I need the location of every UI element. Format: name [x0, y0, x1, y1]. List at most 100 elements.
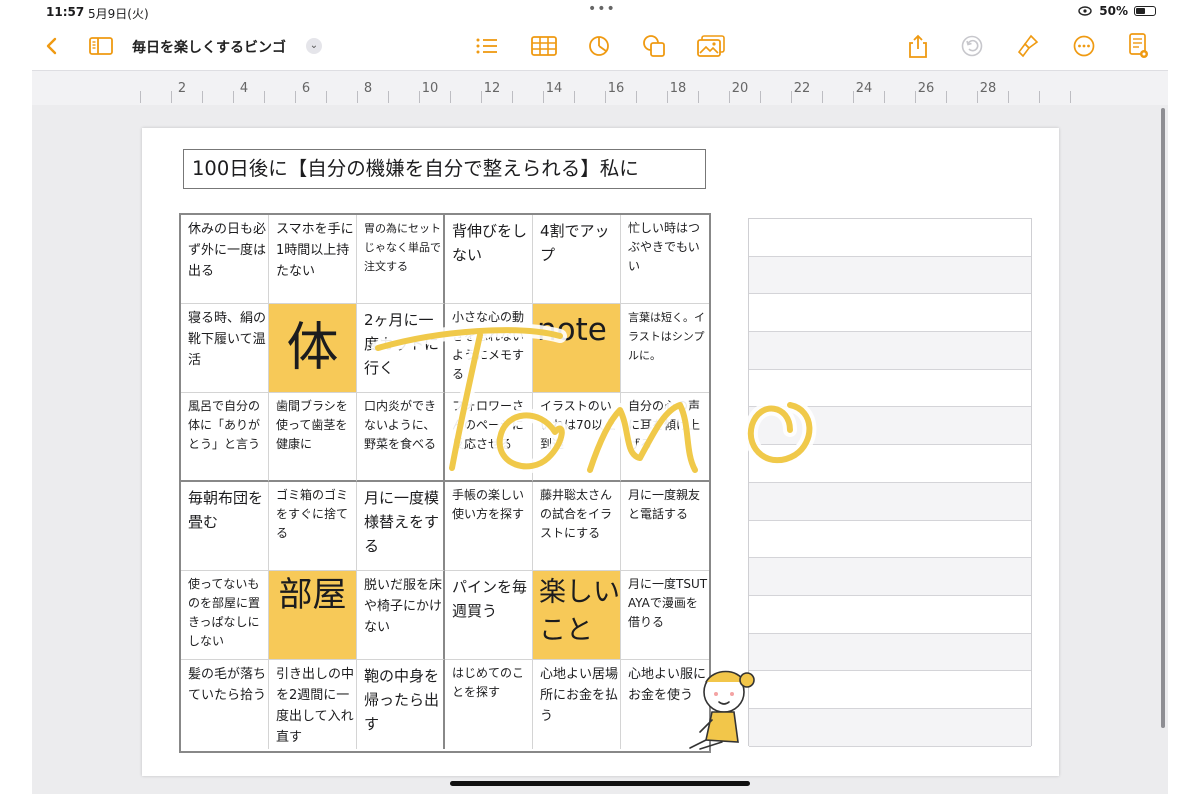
bingo-cell-r5-c0[interactable]: 髪の毛が落ちていたら拾う [181, 660, 269, 749]
page-headline[interactable]: 100日後に【自分の機嫌を自分で整えられる】私に [183, 149, 706, 189]
format-brush-icon[interactable] [1016, 28, 1040, 64]
notes-lined-table[interactable] [748, 218, 1032, 747]
bingo-cell-r3-c0[interactable]: 毎朝布団を畳む [181, 482, 269, 571]
notes-row[interactable] [749, 671, 1031, 709]
notes-row[interactable] [749, 521, 1031, 559]
notes-row[interactable] [749, 633, 1031, 672]
ruler-tick [636, 91, 637, 103]
bingo-cell-r1-c1[interactable]: 体 [269, 304, 357, 393]
ruler-tick [202, 91, 203, 103]
ruler-tick [915, 91, 916, 103]
toolbar: 毎日を楽しくするビンゴ ⌄ [0, 28, 1200, 68]
ruler-tick [946, 91, 947, 103]
document-title[interactable]: 毎日を楽しくするビンゴ [132, 37, 286, 57]
notes-row[interactable] [749, 219, 1031, 257]
ruler-tick [543, 91, 544, 103]
sidebar-icon[interactable] [88, 28, 114, 64]
bingo-cell-r2-c2[interactable]: 口内炎ができないように、野菜を食べる [357, 393, 445, 482]
ruler[interactable]: 2 4 6 8 10 12 14 16 18 20 22 24 26 28 [32, 70, 1168, 106]
ruler-tick [450, 91, 451, 103]
ruler-tick [698, 91, 699, 103]
ruler-tick [822, 91, 823, 103]
bingo-cell-r5-c1[interactable]: 引き出しの中を2週間に一度出して入れ直す [269, 660, 357, 749]
bingo-cell-r4-c5[interactable]: 月に一度TSUTAYAで漫画を借りる [621, 571, 709, 660]
notes-row[interactable] [749, 256, 1031, 295]
bingo-cell-r0-c4[interactable]: 4割でアップ [533, 215, 621, 304]
bingo-cell-r1-c2[interactable]: 2ヶ月に一度カットに行く [357, 304, 445, 393]
bingo-cell-r1-c5[interactable]: 言葉は短く。イラストはシンプルに。 [621, 304, 709, 393]
undo-icon[interactable] [960, 28, 984, 64]
notes-row[interactable] [749, 445, 1031, 483]
scroll-indicator[interactable] [1161, 108, 1165, 728]
notes-row[interactable] [749, 708, 1031, 747]
bingo-cell-r2-c0[interactable]: 風呂で自分の体に「ありがとう」と言う [181, 393, 269, 482]
ruler-tick [419, 91, 420, 103]
bingo-cell-r4-c2[interactable]: 脱いだ服を床や椅子にかけない [357, 571, 445, 660]
home-indicator[interactable] [450, 781, 750, 786]
shape-icon[interactable] [640, 28, 668, 64]
ruler-tick [233, 91, 234, 103]
list-icon[interactable] [474, 28, 500, 64]
bingo-cell-r2-c4[interactable]: イラストのいいねは70以上到達 [533, 393, 621, 482]
bingo-cell-r4-c0[interactable]: 使ってないものを部屋に置きっぱなしにしない [181, 571, 269, 660]
bingo-cell-r4-c1[interactable]: 部屋 [269, 571, 357, 660]
status-date: 5月9日(火) [88, 7, 149, 21]
table-icon[interactable] [530, 28, 558, 64]
share-icon[interactable] [906, 28, 930, 64]
ruler-tick [388, 91, 389, 103]
ruler-tick [357, 91, 358, 103]
bingo-cell-r5-c5[interactable]: 心地よい服にお金を使う [621, 660, 709, 749]
notes-row[interactable] [749, 407, 1031, 446]
bingo-cell-r5-c4[interactable]: 心地よい居場所にお金を払う [533, 660, 621, 749]
bingo-cell-r0-c3[interactable]: 背伸びをしない [445, 215, 533, 304]
ruler-tick [140, 91, 141, 103]
bingo-cell-r4-c3[interactable]: パインを毎週買う [445, 571, 533, 660]
bingo-cell-r3-c4[interactable]: 藤井聡太さんの試合をイラストにする [533, 482, 621, 571]
bingo-cell-r3-c5[interactable]: 月に一度親友と電話する [621, 482, 709, 571]
bingo-cell-r3-c1[interactable]: ゴミ箱のゴミをすぐに捨てる [269, 482, 357, 571]
ruler-tick [295, 91, 296, 103]
ruler-tick [667, 91, 668, 103]
ruler-label: 6 [301, 81, 311, 96]
bingo-cell-r2-c5[interactable]: 自分の心の声に耳を傾け上げる [621, 393, 709, 482]
notes-row[interactable] [749, 596, 1031, 634]
title-chevron-icon[interactable]: ⌄ [306, 38, 322, 54]
bingo-cell-r2-c3[interactable]: フォロワーさんのページに反応させる [445, 393, 533, 482]
bingo-cell-r0-c5[interactable]: 忙しい時はつぶやきでもいい [621, 215, 709, 304]
back-chevron-icon[interactable] [40, 28, 62, 64]
bingo-cell-r0-c1[interactable]: スマホを手に1時間以上持たない [269, 215, 357, 304]
bingo-cell-r0-c2[interactable]: 胃の為にセットじゃなく単品で注文する [357, 215, 445, 304]
chart-icon[interactable] [586, 28, 612, 64]
multitasking-dots-icon[interactable]: ••• [588, 1, 616, 17]
bingo-grid[interactable]: 休みの日も必ず外に一度は出る スマホを手に1時間以上持たない 胃の為にセットじゃなく… [179, 213, 711, 753]
document-icon[interactable] [1126, 28, 1150, 64]
bingo-cell-r1-c3[interactable]: 小さな心の動きを忘れないようにメモする [445, 304, 533, 393]
bingo-cell-r3-c3[interactable]: 手帳の楽しい使い方を探す [445, 482, 533, 571]
bingo-cell-r2-c1[interactable]: 歯間ブラシを使って歯茎を健康に [269, 393, 357, 482]
ruler-tick [481, 91, 482, 103]
bingo-cell-r0-c0[interactable]: 休みの日も必ず外に一度は出る [181, 215, 269, 304]
ruler-tick [1039, 91, 1040, 103]
more-icon[interactable] [1072, 28, 1096, 64]
ruler-label: 20 [731, 81, 749, 96]
ruler-tick [171, 91, 172, 103]
bingo-cell-r5-c2[interactable]: 鞄の中身を帰ったら出す [357, 660, 445, 749]
ruler-tick [574, 91, 575, 103]
bingo-cell-r1-c4[interactable]: note [533, 304, 621, 393]
ruler-tick [791, 91, 792, 103]
notes-row[interactable] [749, 294, 1031, 333]
bingo-cell-r5-c3[interactable]: はじめてのことを探す [445, 660, 533, 749]
status-bar: 11:57 5月9日(火) ••• 50% [0, 0, 1200, 24]
notes-row[interactable] [749, 370, 1031, 408]
ruler-tick [729, 91, 730, 103]
bingo-cell-r1-c0[interactable]: 寝る時、絹の靴下履いて温活 [181, 304, 269, 393]
ruler-label: 18 [669, 81, 687, 96]
notes-row[interactable] [749, 482, 1031, 521]
bingo-cell-r4-c4[interactable]: 楽しいこと [533, 571, 621, 660]
notes-row[interactable] [749, 558, 1031, 596]
notes-row[interactable] [749, 332, 1031, 370]
media-icon[interactable] [696, 28, 726, 64]
ruler-tick [1070, 91, 1071, 103]
bingo-cell-r3-c2[interactable]: 月に一度模様替えをする [357, 482, 445, 571]
ruler-label: 24 [855, 81, 873, 96]
